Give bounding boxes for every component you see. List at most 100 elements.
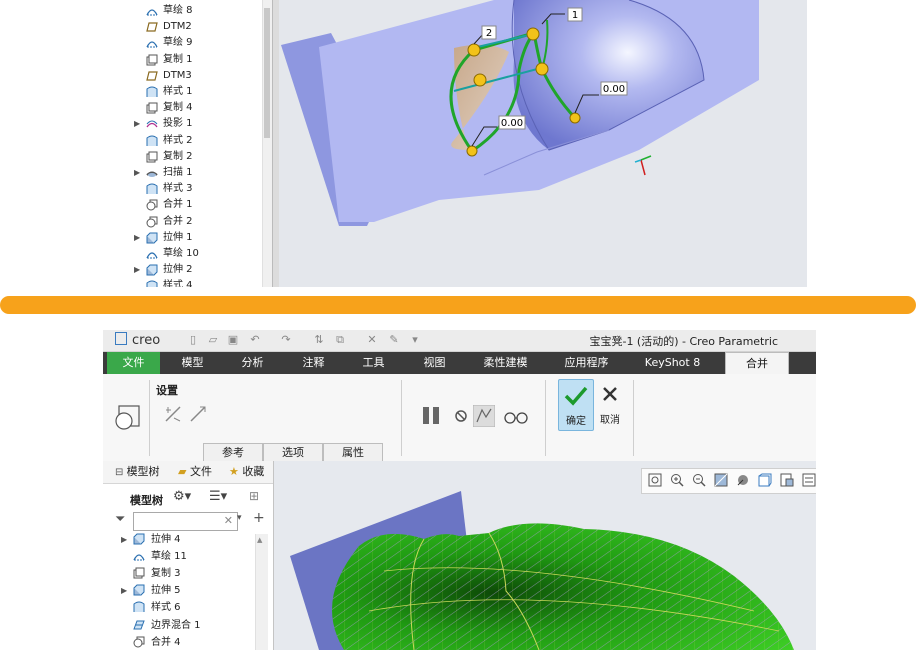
customize-icon[interactable]: ✎ [387, 333, 401, 347]
regenerate-icon[interactable]: ⇅ [312, 333, 326, 347]
tree-item[interactable]: 草绘 11 [103, 548, 253, 565]
tree-item[interactable]: 复制 3 [103, 565, 253, 582]
expand-arrow-icon[interactable]: ▶ [121, 531, 129, 548]
tree-item[interactable]: ▶ 拉伸 5 [103, 582, 253, 599]
close-window-icon[interactable]: ✕ [365, 333, 379, 347]
tree-item[interactable]: 复制 2 [121, 149, 261, 165]
tab-tools[interactable]: 工具 [346, 352, 401, 374]
ok-button[interactable]: 确定 [558, 379, 594, 431]
merge-icon [146, 199, 158, 211]
save-icon[interactable]: ▣ [226, 333, 240, 347]
window-title: 宝宝凳-1 (活动的) - Creo Parametric [589, 335, 778, 348]
expand-arrow-icon[interactable]: ▶ [134, 230, 142, 246]
expand-arrow-icon[interactable]: ▶ [134, 116, 142, 132]
tab-model[interactable]: 模型 [165, 352, 220, 374]
display-style-icon[interactable] [736, 473, 750, 487]
tree-item[interactable]: 复制 1 [121, 52, 261, 68]
tree-item[interactable]: 合并 1 [121, 197, 261, 213]
subtab-properties[interactable]: 属性 [323, 443, 383, 461]
add-filter-icon[interactable]: + [253, 510, 265, 526]
tree-item[interactable]: 草绘 9 [121, 35, 261, 51]
filter-dropdown-icon[interactable]: ▾ [237, 513, 242, 523]
tree-item-label: 拉伸 4 [151, 534, 181, 545]
ribbon-tab-bar: 文件 模型 分析 注释 工具 视图 柔性建模 应用程序 KeyShot 8 合并 [103, 352, 816, 375]
tab-annotate[interactable]: 注释 [286, 352, 341, 374]
keep-side-2-icon[interactable] [188, 404, 208, 424]
subtab-options[interactable]: 选项 [263, 443, 323, 461]
expand-arrow-icon[interactable]: ▶ [134, 165, 142, 181]
tree-item[interactable]: 样式 1 [121, 84, 261, 100]
tree-item[interactable]: ▶ 投影 1 [121, 116, 261, 132]
tree-item[interactable]: 样式 4 [121, 278, 261, 287]
extrude-icon [133, 584, 146, 597]
zoom-out-icon[interactable] [692, 473, 706, 487]
tree-item-label: 扫描 1 [163, 167, 193, 178]
preview-icon[interactable] [473, 405, 495, 427]
model-tree-label: 模型树 [130, 494, 163, 507]
perspective-icon[interactable] [802, 473, 816, 487]
tree-item-label: 复制 4 [163, 102, 193, 114]
tree-item[interactable]: ▶ 拉伸 2 [121, 262, 261, 278]
tab-view[interactable]: 视图 [407, 352, 462, 374]
repaint-icon[interactable] [714, 473, 728, 487]
tree-item[interactable]: 草绘 8 [121, 3, 261, 19]
annotation-label-1: 1 [572, 10, 578, 21]
keep-side-1-icon[interactable] [163, 404, 183, 424]
tree-item[interactable]: 边界混合 1 [103, 617, 253, 634]
verify-glasses-icon[interactable] [503, 409, 529, 425]
tree-item[interactable]: 样式 3 [121, 181, 261, 197]
tab-favorites[interactable]: ★ 收藏 [229, 464, 264, 480]
tree-item[interactable]: DTM2 [121, 19, 261, 35]
subtab-references[interactable]: 参考 [203, 443, 263, 461]
tree-settings-icon[interactable]: ⚙▾ [173, 489, 191, 504]
tree-item-label: DTM3 [163, 69, 192, 81]
tree-filter-options-icon[interactable]: ⊞ [249, 489, 259, 503]
cancel-button[interactable]: 取消 [595, 379, 625, 429]
ribbon-panel: 设置 参考 选项 属性 确定 取消 [103, 374, 816, 462]
tree-item[interactable]: ▶ 拉伸 1 [121, 230, 261, 246]
tree-item[interactable]: 草绘 10 [121, 246, 261, 262]
settings-label: 设置 [156, 384, 178, 397]
windows-icon[interactable]: ⧉ [333, 333, 347, 347]
undo-icon[interactable]: ↶ [248, 333, 262, 347]
redo-icon[interactable]: ↷ [279, 333, 293, 347]
tree-scrollbar[interactable]: ▲ [255, 534, 268, 650]
tree-item[interactable]: 样式 6 [103, 599, 253, 616]
tab-merge[interactable]: 合并 [725, 352, 789, 375]
view-manager-icon[interactable] [780, 473, 794, 487]
tree-item-label: 草绘 10 [163, 248, 199, 259]
sketch-icon [146, 248, 158, 260]
top-tree-scroll-thumb[interactable] [264, 8, 270, 138]
tree-search-input[interactable]: ✕ [133, 512, 238, 531]
tree-item[interactable]: 复制 4 [121, 100, 261, 116]
tab-model-tree[interactable]: ⊟ 模型树 [115, 464, 160, 480]
tree-columns-icon[interactable]: ☰▾ [209, 489, 227, 504]
clear-filter-icon[interactable]: ✕ [224, 514, 233, 527]
tree-item[interactable]: ▶ 扫描 1 [121, 165, 261, 181]
tree-item[interactable]: 合并 2 [121, 214, 261, 230]
tree-item[interactable]: 合并 4 [103, 634, 253, 650]
tree-item[interactable]: 样式 2 [121, 133, 261, 149]
tree-item[interactable]: DTM3 [121, 68, 261, 84]
new-file-icon[interactable]: ▯ [186, 333, 200, 347]
top-graphics-window[interactable]: 2 1 0.00 0.00 [279, 0, 807, 287]
merge-icon [133, 636, 146, 649]
zoom-in-icon[interactable] [670, 473, 684, 487]
tab-flexible-modeling[interactable]: 柔性建模 [468, 352, 543, 374]
expand-arrow-icon[interactable]: ▶ [121, 582, 129, 599]
open-file-icon[interactable]: ▱ [206, 333, 220, 347]
tab-keyshot[interactable]: KeyShot 8 [630, 352, 715, 374]
saved-orientations-icon[interactable] [758, 473, 772, 487]
qat-dropdown-icon[interactable]: ▾ [408, 333, 422, 347]
scroll-up-icon[interactable]: ▲ [257, 536, 262, 544]
refit-icon[interactable] [648, 473, 662, 487]
tab-folder-browser[interactable]: ▰ 文件 [178, 464, 212, 480]
expand-arrow-icon[interactable]: ▶ [134, 262, 142, 278]
tab-file[interactable]: 文件 [107, 352, 160, 374]
tab-analysis[interactable]: 分析 [225, 352, 280, 374]
no-preview-icon[interactable] [454, 409, 468, 423]
extrude-icon [146, 264, 158, 276]
pause-icon[interactable] [421, 406, 441, 426]
tab-applications[interactable]: 应用程序 [549, 352, 624, 374]
tree-item[interactable]: ▶ 拉伸 4 [103, 531, 253, 548]
